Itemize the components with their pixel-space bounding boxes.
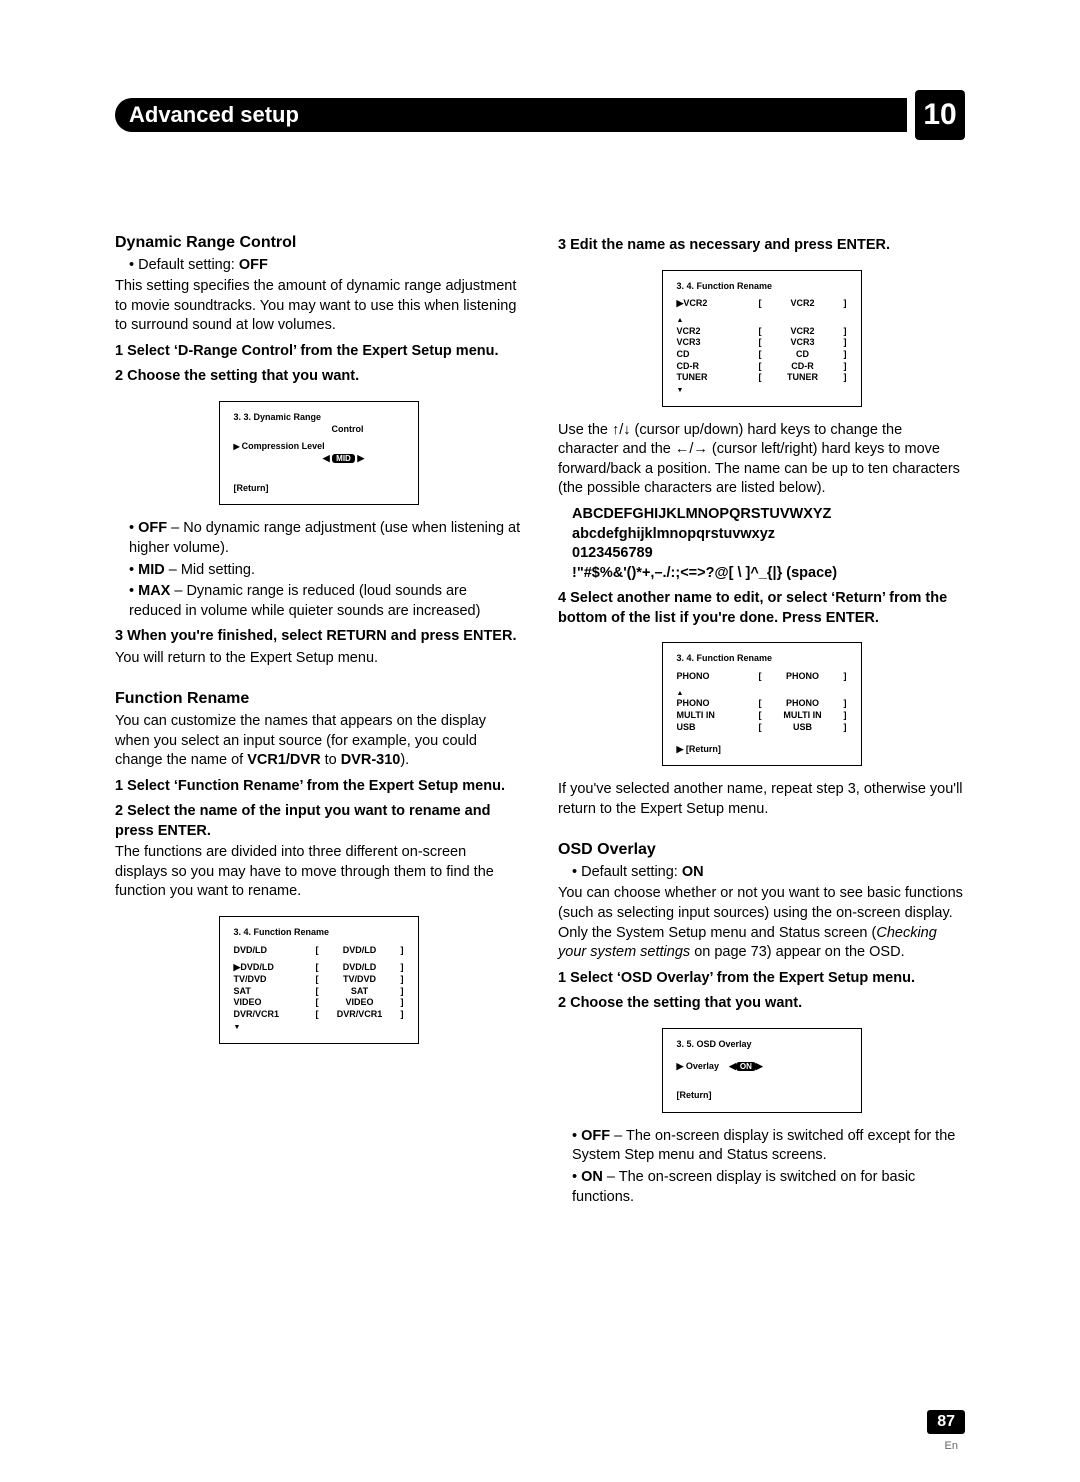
osdov-osd-val: ON xyxy=(736,1062,756,1071)
drc-default-label: Default setting: xyxy=(138,257,239,273)
osd-sub: Control xyxy=(234,424,364,436)
osdov-intro2: on page 73) appear on the OSD. xyxy=(690,944,904,960)
osd3-top: PHONO [ PHONO ] xyxy=(677,671,847,683)
osdov-osd-return: [Return] xyxy=(677,1090,847,1102)
drc-b2b: – Mid setting. xyxy=(165,562,255,578)
fr-step2txt: The functions are divided into three dif… xyxy=(115,843,522,902)
osdov-osd-title: 3. 5. OSD Overlay xyxy=(677,1039,847,1051)
drc-step1: 1 Select ‘D-Range Control’ from the Expe… xyxy=(115,342,522,362)
drc-b1b: – No dynamic range adjustment (use when … xyxy=(129,520,520,556)
header-title: Advanced setup xyxy=(115,98,907,132)
drc-default: Default setting: OFF xyxy=(129,256,522,276)
r-osd2: 3. 4. Function Rename ▶VCR2 [ VCR2 ] VCR… xyxy=(662,270,862,407)
drc-intro: This setting specifies the amount of dyn… xyxy=(115,277,522,336)
drc-b1a: OFF xyxy=(138,520,167,536)
osd2-up xyxy=(677,314,847,326)
drc-default-val: OFF xyxy=(239,257,268,273)
page-lang: En xyxy=(945,1440,958,1452)
drc-osd: 3. 3. Dynamic Range Control Compression … xyxy=(219,401,419,505)
fr-title: Function Rename xyxy=(115,688,522,710)
chars4: !"#$%&'()*+,–./:;<=>?@[ \ ]^_{|} (space) xyxy=(572,565,837,581)
osdov-step2: 2 Choose the setting that you want. xyxy=(558,994,965,1014)
osd-line: Compression Level xyxy=(234,441,404,453)
osd3-up xyxy=(677,687,847,699)
osdov-intro: You can choose whether or not you want t… xyxy=(558,884,965,962)
left-column: Dynamic Range Control Default setting: O… xyxy=(115,230,522,1209)
r-para: Use the ↑/↓ (cursor up/down) hard keys t… xyxy=(558,421,965,499)
osd2-title: 3. 4. Function Rename xyxy=(677,281,847,293)
osdov-default-val: ON xyxy=(682,864,704,880)
osdov-step1: 1 Select ‘OSD Overlay’ from the Expert S… xyxy=(558,969,965,989)
osd3-title: 3. 4. Function Rename xyxy=(677,653,847,665)
fr-intromid: to xyxy=(321,752,341,768)
header-bar: Advanced setup 10 xyxy=(115,90,965,140)
page-number: 87 xyxy=(927,1410,965,1434)
osd-return: [Return] xyxy=(234,483,404,495)
drc-step3: 3 When you're finished, select RETURN an… xyxy=(115,627,522,647)
osd2-down xyxy=(677,384,847,396)
content: Dynamic Range Control Default setting: O… xyxy=(115,230,965,1209)
r-step4: 4 Select another name to edit, or select… xyxy=(558,589,965,628)
osd1-t2: DVD/LD xyxy=(319,945,401,957)
fr-step1: 1 Select ‘Function Rename’ from the Expe… xyxy=(115,777,522,797)
osd1-title: 3. 4. Function Rename xyxy=(234,927,404,939)
fr-introb2: DVR-310 xyxy=(341,752,401,768)
chars1: ABCDEFGHIJKLMNOPQRSTUVWXYZ xyxy=(572,506,831,522)
chapter-number: 10 xyxy=(915,90,965,140)
drc-outro: You will return to the Expert Setup menu… xyxy=(115,649,522,669)
drc-b2a: MID xyxy=(138,562,165,578)
osd2-top: ▶VCR2 [ VCR2 ] xyxy=(677,298,847,310)
osdov-b2b: – The on-screen display is switched on f… xyxy=(572,1169,915,1205)
osd3-rows: PHONO[PHONO] MULTI IN[MULTI IN] USB[USB] xyxy=(677,698,847,733)
osdov-b2a: ON xyxy=(581,1169,603,1185)
osdov-title: OSD Overlay xyxy=(558,839,965,861)
osdov-default: Default setting: ON xyxy=(572,863,965,883)
osdov-b1b: – The on-screen display is switched off … xyxy=(572,1128,955,1164)
osd3-return: ▶ [Return] xyxy=(677,744,847,756)
chars2: abcdefghijklmnopqrstuvwxyz xyxy=(572,526,775,542)
drc-b2: MID – Mid setting. xyxy=(129,561,522,581)
fr-introb1: VCR1/DVR xyxy=(247,752,320,768)
osd-line-text: Compression Level xyxy=(242,441,325,451)
osd-title: 3. 3. Dynamic Range xyxy=(234,412,404,424)
osdov-osd-line: ▶ Overlay ◀ON▶ xyxy=(677,1061,847,1073)
osd2-rows: VCR2[VCR2] VCR3[VCR3] CD[CD] CD-R[CD-R] … xyxy=(677,326,847,384)
fr-step2: 2 Select the name of the input you want … xyxy=(115,802,522,841)
drc-b3b: – Dynamic range is reduced (loud sounds … xyxy=(129,583,480,619)
fr-introend: ). xyxy=(400,752,409,768)
drc-title: Dynamic Range Control xyxy=(115,232,522,254)
osdov-osd-line-text: ▶ Overlay xyxy=(677,1061,719,1071)
osd1-down xyxy=(234,1021,404,1033)
osd1-t3: ] xyxy=(401,945,404,957)
osdov-osd: 3. 5. OSD Overlay ▶ Overlay ◀ON▶ [Return… xyxy=(662,1028,862,1113)
r-osd3: 3. 4. Function Rename PHONO [ PHONO ] PH… xyxy=(662,642,862,766)
r-step3: 3 Edit the name as necessary and press E… xyxy=(558,236,965,256)
osd-val: ◀ MID ▶ xyxy=(284,453,404,465)
osdov-default-label: Default setting: xyxy=(581,864,682,880)
osd1-t0: DVD/LD xyxy=(234,945,316,957)
osd1-rows: ▶DVD/LD[DVD/LD] TV/DVD[TV/DVD] SAT[SAT] … xyxy=(234,962,404,1020)
drc-b3a: MAX xyxy=(138,583,170,599)
drc-b3: MAX – Dynamic range is reduced (loud sou… xyxy=(129,582,522,621)
fr-osd1: 3. 4. Function Rename DVD/LD [ DVD/LD ] … xyxy=(219,916,419,1044)
drc-b1: OFF – No dynamic range adjustment (use w… xyxy=(129,519,522,558)
osdov-b2: ON – The on-screen display is switched o… xyxy=(572,1168,965,1207)
chars3: 0123456789 xyxy=(572,545,653,561)
r-outro: If you've selected another name, repeat … xyxy=(558,780,965,819)
drc-step2: 2 Choose the setting that you want. xyxy=(115,367,522,387)
osdov-b1a: OFF xyxy=(581,1128,610,1144)
osd1-top: DVD/LD [ DVD/LD ] xyxy=(234,945,404,957)
osd-val-text: MID xyxy=(332,454,355,463)
fr-intro: You can customize the names that appears… xyxy=(115,712,522,771)
osdov-b1: OFF – The on-screen display is switched … xyxy=(572,1127,965,1166)
right-column: 3 Edit the name as necessary and press E… xyxy=(558,230,965,1209)
